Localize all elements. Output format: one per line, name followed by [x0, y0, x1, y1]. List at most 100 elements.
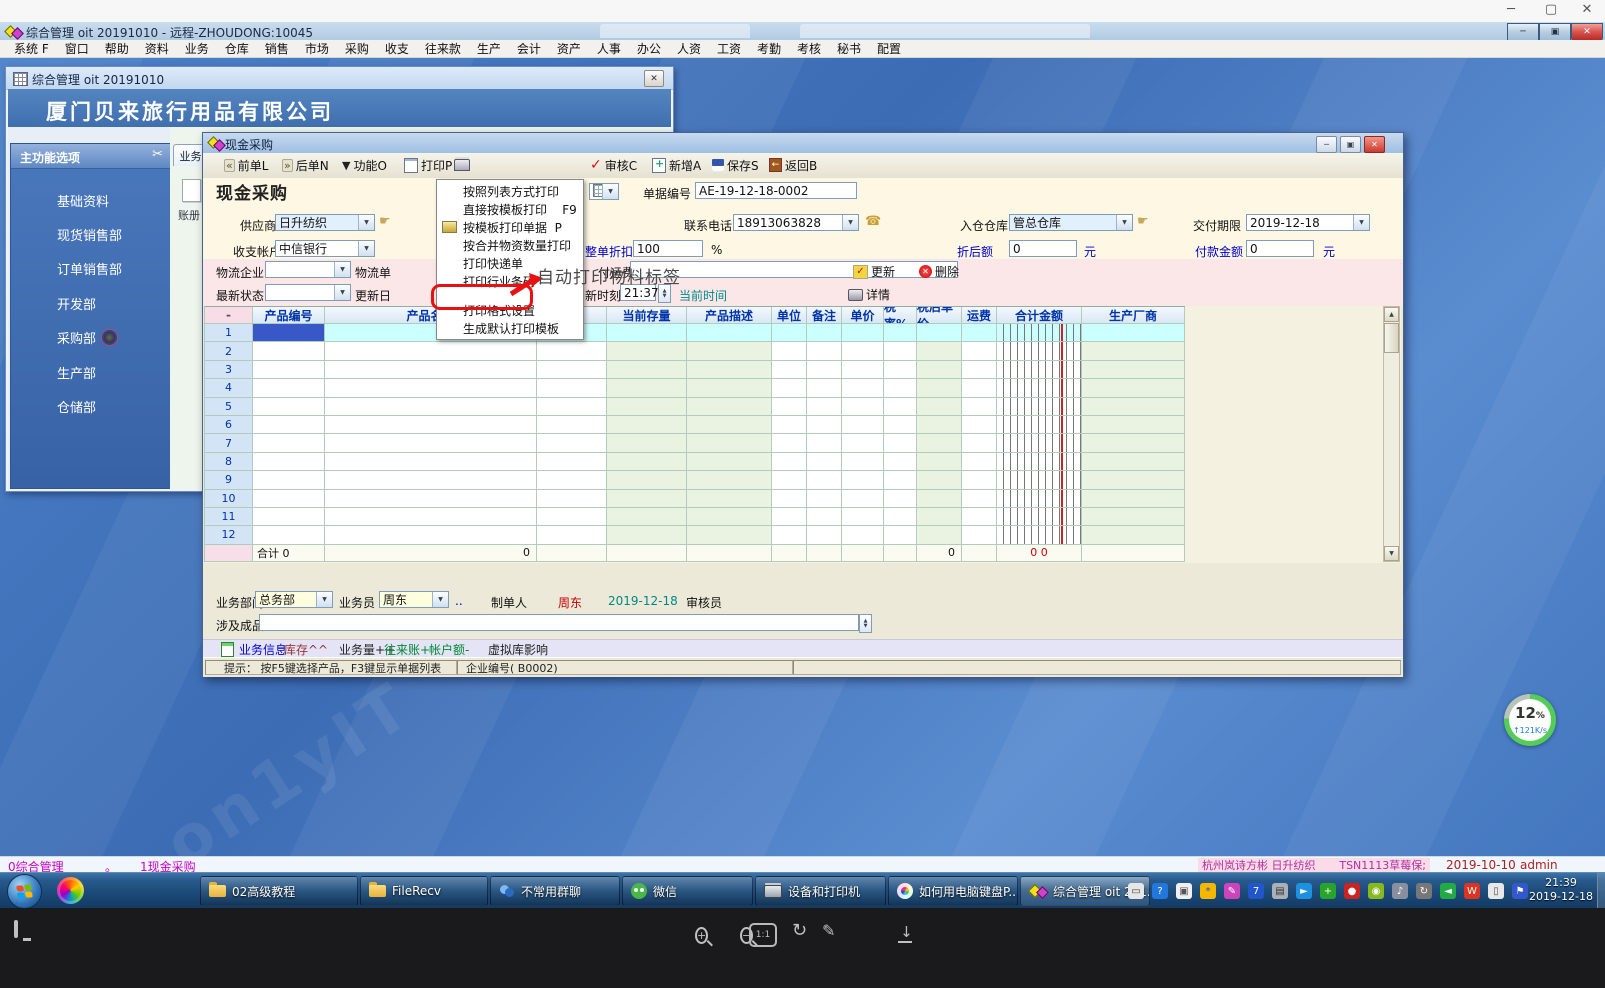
current-time-link[interactable]: 当前时间	[679, 287, 727, 304]
cell-r5-c3[interactable]	[537, 398, 607, 416]
cell-r3-c7[interactable]	[807, 361, 842, 379]
column-header-12[interactable]: 合计金额	[997, 307, 1082, 324]
column-header-11[interactable]: 运费	[962, 307, 997, 324]
cell-r10-c4[interactable]	[607, 490, 687, 508]
cell-r1-c11[interactable]	[962, 324, 997, 342]
column-header-10[interactable]: 税后单价	[917, 307, 962, 324]
menubar-item-12[interactable]: 会计	[509, 40, 549, 57]
dialog-close-icon[interactable]: ✕	[1364, 136, 1385, 153]
involve-spinner[interactable]: ▲▼	[859, 614, 872, 633]
cell-r1-c9[interactable]	[884, 324, 917, 342]
status-item-3[interactable]: 往来账+	[384, 641, 430, 658]
cell-r11-c2[interactable]	[325, 508, 537, 526]
menubar-item-18[interactable]: 考勤	[749, 40, 789, 57]
cell-r9-c12[interactable]	[997, 471, 1082, 489]
cell-r6-c3[interactable]	[537, 416, 607, 434]
main-window-close-icon[interactable]: ✕	[644, 70, 664, 87]
cell-r3-c5[interactable]	[687, 361, 772, 379]
flash-tray-icon[interactable]: 7	[1248, 883, 1264, 899]
discounted-field[interactable]: 0	[1009, 240, 1077, 257]
dots-label[interactable]: ..	[455, 594, 463, 608]
cell-r1-c6[interactable]	[772, 324, 807, 342]
taskbar-button-5[interactable]: 如何用电脑键盘P...	[888, 876, 1018, 906]
menubar-item-13[interactable]: 资产	[549, 40, 589, 57]
cell-r11-c8[interactable]	[842, 508, 884, 526]
pen-icon[interactable]: ✎	[822, 921, 835, 940]
cell-r6-c5[interactable]	[687, 416, 772, 434]
prev-doc-button[interactable]: «前单L	[221, 155, 271, 175]
supplier-hand-icon[interactable]: ☛	[379, 214, 391, 229]
cell-r9-c6[interactable]	[772, 471, 807, 489]
star-tray-icon[interactable]: *	[1200, 883, 1216, 899]
rotate-icon[interactable]: ↻	[792, 920, 807, 941]
print-menu-item-8[interactable]: 生成默认打印模板	[437, 319, 583, 337]
sync-tray-icon[interactable]: ↻	[1416, 883, 1432, 899]
sidebar-item-2[interactable]: 订单销售部	[11, 259, 171, 279]
print-menu-item-2[interactable]: 按模板打印单据 P	[437, 218, 583, 236]
dialog-minimize-icon[interactable]: ─	[1316, 136, 1337, 153]
dialog-restore-icon[interactable]: ▣	[1340, 136, 1361, 153]
cell-r5-c11[interactable]	[962, 398, 997, 416]
cell-r3-c1[interactable]	[253, 361, 325, 379]
dialog-titlebar[interactable]: 现金采购 ─ ▣ ✕	[203, 133, 1403, 154]
cell-r6-c0[interactable]: 6	[205, 416, 253, 434]
cell-r11-c11[interactable]	[962, 508, 997, 526]
column-header-6[interactable]: 单位	[772, 307, 807, 324]
cell-r12-c9[interactable]	[884, 526, 917, 544]
pay-field[interactable]: 0	[1246, 240, 1314, 257]
function-button[interactable]: ▼功能O	[339, 155, 390, 175]
cell-r8-c6[interactable]	[772, 453, 807, 471]
menubar-item-2[interactable]: 帮助	[97, 40, 137, 57]
menubar-item-19[interactable]: 考核	[789, 40, 829, 57]
cell-r8-c7[interactable]	[807, 453, 842, 471]
add-button[interactable]: 新增A	[649, 155, 704, 175]
cell-r11-c5[interactable]	[687, 508, 772, 526]
cell-r1-c12[interactable]	[997, 324, 1082, 342]
cell-r9-c0[interactable]: 9	[205, 471, 253, 489]
cell-r8-c0[interactable]: 8	[205, 453, 253, 471]
menubar-item-9[interactable]: 收支	[377, 40, 417, 57]
menubar-item-8[interactable]: 采购	[337, 40, 377, 57]
cell-r9-c4[interactable]	[607, 471, 687, 489]
column-header-8[interactable]: 单价	[842, 307, 884, 324]
cell-r8-c12[interactable]	[997, 453, 1082, 471]
scroll-down-icon[interactable]: ▼	[1384, 546, 1399, 561]
menubar-item-17[interactable]: 工资	[709, 40, 749, 57]
column-header-1[interactable]: 产品编号	[253, 307, 325, 324]
print-menu-item-3[interactable]: 按合并物资数量打印	[437, 236, 583, 254]
table-scrollbar[interactable]: ▲ ▼	[1383, 306, 1400, 562]
screen-icon[interactable]	[14, 922, 18, 936]
cell-r4-c1[interactable]	[253, 379, 325, 397]
cell-r3-c6[interactable]	[772, 361, 807, 379]
detail-button[interactable]: 详情	[848, 286, 890, 303]
wps-tray-icon[interactable]: W	[1464, 883, 1480, 899]
menubar-item-10[interactable]: 往来款	[417, 40, 469, 57]
cell-r1-c10[interactable]	[917, 324, 962, 342]
menubar-item-20[interactable]: 秘书	[829, 40, 869, 57]
plus-tray-icon[interactable]: +	[1320, 883, 1336, 899]
outer-maximize-icon[interactable]: ▢	[1538, 2, 1564, 17]
cell-r12-c5[interactable]	[687, 526, 772, 544]
status-item-5[interactable]: 虚拟库影响	[488, 641, 548, 658]
cell-r10-c2[interactable]	[325, 490, 537, 508]
cell-r12-c7[interactable]	[807, 526, 842, 544]
cell-r10-c3[interactable]	[537, 490, 607, 508]
cell-r6-c11[interactable]	[962, 416, 997, 434]
cell-r3-c10[interactable]	[917, 361, 962, 379]
warehouse-hand-icon[interactable]: ☛	[1137, 214, 1149, 229]
download-icon[interactable]: ↓	[900, 923, 913, 941]
cell-r9-c1[interactable]	[253, 471, 325, 489]
cell-r10-c9[interactable]	[884, 490, 917, 508]
cell-r9-c9[interactable]	[884, 471, 917, 489]
nvidia-tray-icon[interactable]: ◉	[1368, 883, 1384, 899]
flag-tray-icon[interactable]: ⚑	[1512, 883, 1528, 899]
column-header-4[interactable]: 当前存量	[607, 307, 687, 324]
cell-r3-c4[interactable]	[607, 361, 687, 379]
print-menu-item-1[interactable]: 直接按模板打印 F9	[437, 200, 583, 218]
cell-r2-c12[interactable]	[997, 342, 1082, 360]
cell-r4-c7[interactable]	[807, 379, 842, 397]
taskbar-button-4[interactable]: 设备和打印机	[755, 876, 886, 906]
cell-r6-c6[interactable]	[772, 416, 807, 434]
app-restore-icon[interactable]: ▣	[1539, 23, 1571, 41]
cell-r7-c1[interactable]	[253, 434, 325, 452]
